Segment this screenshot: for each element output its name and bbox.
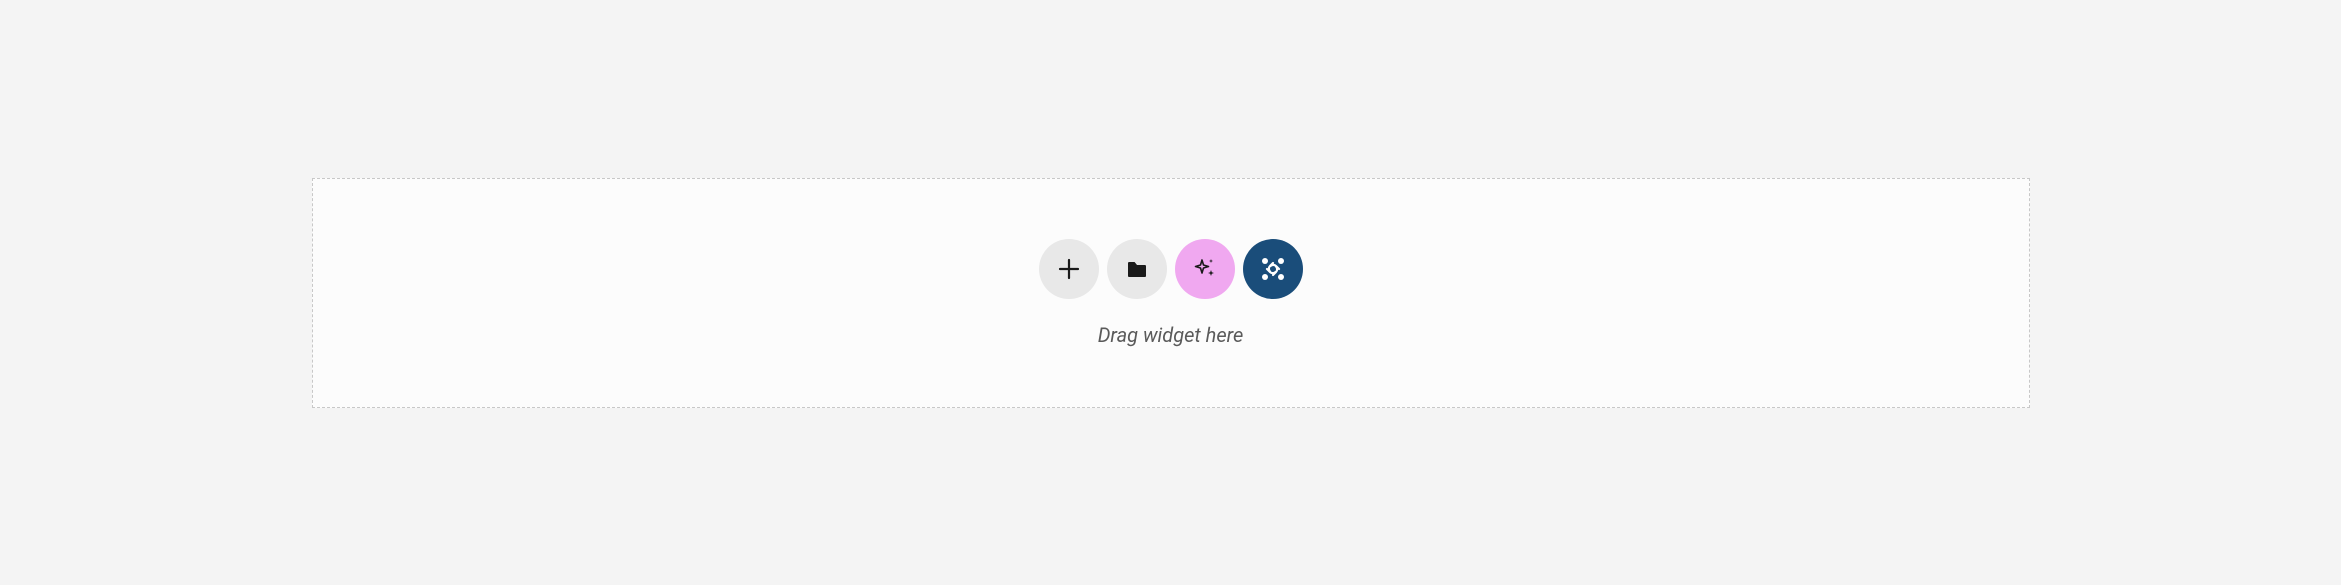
add-button[interactable] (1039, 239, 1099, 299)
sparkle-button[interactable] (1175, 239, 1235, 299)
widget-dropzone[interactable]: Drag widget here (312, 178, 2030, 408)
dropzone-hint: Drag widget here (1098, 323, 1244, 347)
plus-icon (1058, 258, 1080, 280)
folder-button[interactable] (1107, 239, 1167, 299)
joomla-button[interactable] (1243, 239, 1303, 299)
joomla-icon (1259, 255, 1287, 283)
sparkle-icon (1192, 256, 1218, 282)
action-button-row (1039, 239, 1303, 299)
folder-icon (1125, 257, 1149, 281)
